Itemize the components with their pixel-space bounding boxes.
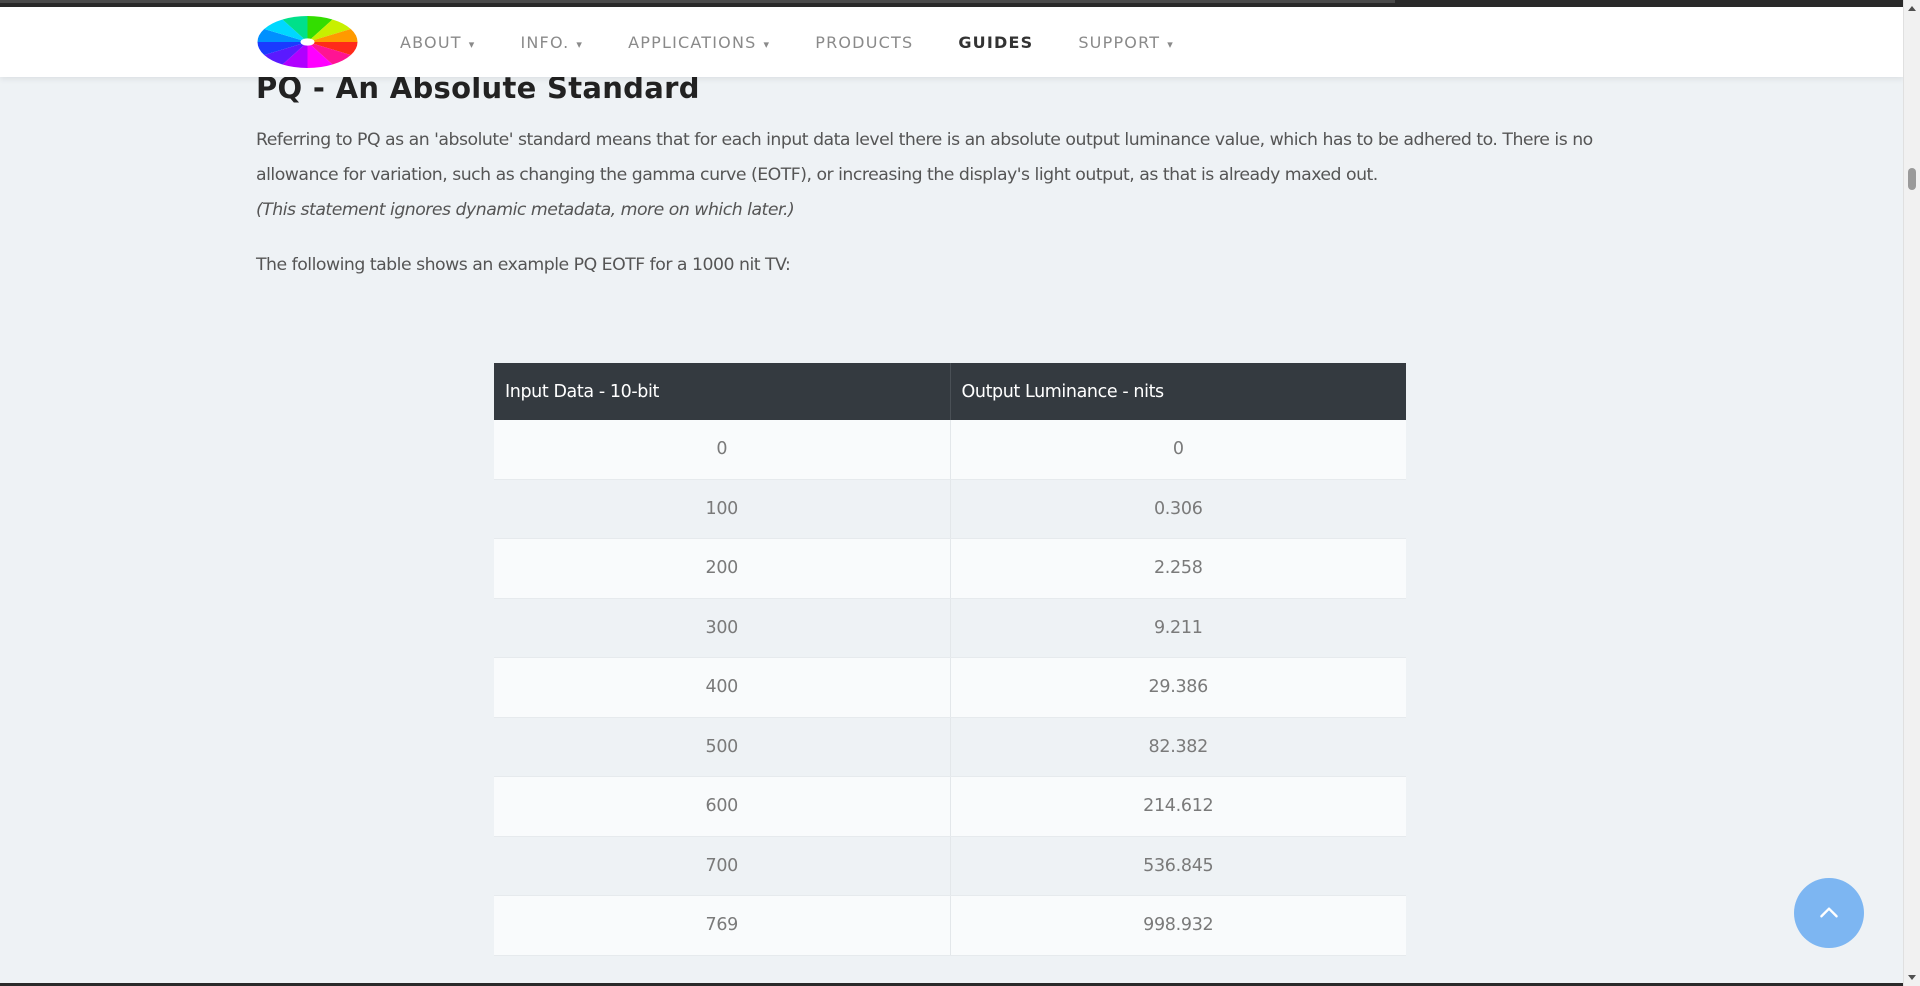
table-row: 600 214.612	[494, 776, 1406, 837]
table-lead-text: The following table shows an example PQ …	[256, 255, 791, 275]
cell-input-data: 0	[494, 420, 951, 480]
scrollbar-thumb[interactable]	[1908, 168, 1916, 190]
cell-output-luminance: 29.386	[950, 657, 1406, 718]
nav-item-applications[interactable]: APPLICATIONS ▾	[628, 33, 770, 52]
vertical-scrollbar[interactable]	[1903, 0, 1920, 986]
scroll-down-arrow-icon[interactable]	[1904, 970, 1920, 986]
chevron-down-icon: ▾	[468, 37, 476, 51]
cell-input-data: 700	[494, 836, 951, 896]
table-row: 100 0.306	[494, 479, 1406, 539]
cell-output-luminance: 998.932	[950, 895, 1406, 956]
nav-item-info[interactable]: INFO. ▾	[520, 33, 583, 52]
table-row: 300 9.211	[494, 598, 1406, 658]
color-wheel-icon	[257, 16, 358, 68]
browser-top-edge	[0, 0, 1904, 7]
nav-item-label: SUPPORT	[1078, 32, 1161, 52]
metadata-note: (This statement ignores dynamic metadata…	[256, 200, 795, 220]
table-row: 400 29.386	[494, 657, 1406, 718]
site-navbar: ABOUT ▾ INFO. ▾ APPLICATIONS ▾ PRODUCTS GUIDES S…	[0, 7, 1904, 77]
nav-item-label: APPLICATIONS	[628, 32, 757, 52]
nav-item-label: INFO.	[520, 32, 570, 52]
cell-input-data: 600	[494, 776, 951, 837]
cell-input-data: 400	[494, 657, 951, 718]
table-header-row: Input Data - 10-bit Output Luminance - n…	[494, 363, 1406, 420]
cell-input-data: 769	[494, 895, 951, 956]
color-wheel-logo[interactable]	[256, 15, 359, 69]
back-to-top-button[interactable]	[1794, 878, 1864, 948]
cell-output-luminance: 0	[950, 420, 1406, 480]
cell-input-data: 100	[494, 479, 951, 539]
chevron-down-icon: ▾	[1167, 37, 1174, 51]
cell-output-luminance: 536.845	[950, 836, 1406, 896]
browser-window: ABOUT ▾ INFO. ▾ APPLICATIONS ▾ PRODUCTS GUIDES S…	[0, 0, 1920, 986]
nav-item-label: PRODUCTS	[815, 32, 914, 52]
header-input-data: Input Data - 10-bit	[494, 363, 951, 420]
cell-input-data: 500	[494, 717, 951, 777]
nav-item-label: ABOUT	[400, 32, 462, 52]
scroll-up-arrow-icon[interactable]	[1904, 0, 1920, 16]
table-row: 00	[494, 420, 1406, 480]
header-output-luminance: Output Luminance - nits	[950, 363, 1406, 420]
loading-bar	[0, 0, 1395, 3]
table-row: 200 2.258	[494, 538, 1406, 599]
cell-output-luminance: 214.612	[950, 776, 1406, 837]
chevron-down-icon: ▾	[763, 37, 771, 51]
table-row: 700 536.845	[494, 836, 1406, 896]
nav-menu: ABOUT ▾ INFO. ▾ APPLICATIONS ▾ PRODUCTS GUIDES S…	[400, 7, 1219, 77]
cell-output-luminance: 82.382	[950, 717, 1406, 777]
cell-output-luminance: 9.211	[950, 598, 1406, 658]
nav-item-products[interactable]: PRODUCTS	[815, 33, 913, 52]
pq-eotf-table: Input Data - 10-bit Output Luminance - n…	[494, 363, 1406, 956]
chevron-up-icon	[1820, 907, 1838, 918]
intro-paragraph: Referring to PQ as an 'absolute' standar…	[256, 130, 1593, 185]
table-row: 769 998.932	[494, 895, 1406, 956]
article-content: PQ - An Absolute Standard Referring to P…	[256, 66, 1656, 283]
chevron-down-icon: ▾	[576, 37, 584, 51]
nav-item-support[interactable]: SUPPORT ▾	[1078, 33, 1174, 52]
cell-input-data: 300	[494, 598, 951, 658]
table-body: 0 0 100 0.306 200 2.258 300 9.211 400 29.386 500 82…	[494, 420, 1406, 956]
cell-input-data: 200	[494, 538, 951, 599]
table-row: 500 82.382	[494, 717, 1406, 777]
cell-output-luminance: 0.306	[950, 479, 1406, 539]
nav-item-label: GUIDES	[958, 32, 1034, 52]
nav-item-guides[interactable]: GUIDES	[958, 33, 1033, 52]
pq-eotf-table-container: Input Data - 10-bit Output Luminance - n…	[494, 363, 1406, 956]
cell-output-luminance: 2.258	[950, 538, 1406, 599]
nav-item-about[interactable]: ABOUT ▾	[400, 33, 475, 52]
